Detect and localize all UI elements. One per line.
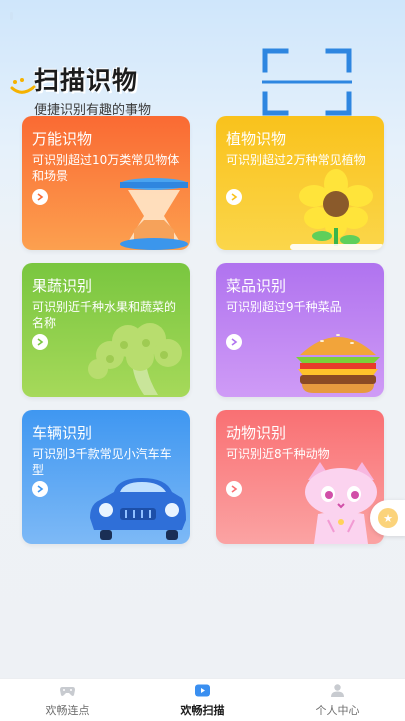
cat-illustration — [305, 462, 377, 544]
play-icon — [195, 684, 210, 697]
arrow-right-icon[interactable] — [32, 189, 48, 205]
car-illustration — [90, 478, 186, 540]
card-title: 车辆识别 — [32, 424, 93, 442]
floating-assist-button[interactable]: ★ — [370, 500, 405, 536]
card-plant-recognition[interactable]: 植物识物 可识别超过2万种常见植物 — [216, 116, 384, 250]
page-title: 扫描识物 — [34, 66, 139, 95]
scan-frame-icon[interactable] — [262, 48, 352, 116]
hourglass-illustration — [120, 178, 188, 250]
card-title: 万能识物 — [32, 130, 93, 148]
burger-illustration — [296, 334, 380, 393]
tab-auto-clicker[interactable]: 欢畅连点 — [0, 679, 135, 721]
star-icon: ★ — [378, 508, 398, 528]
person-icon — [331, 684, 344, 697]
card-universal-recognition[interactable]: 万能识物 可识别超过10万类常见物体和场景 — [22, 116, 190, 250]
card-title: 动物识别 — [226, 424, 287, 442]
arrow-right-icon[interactable] — [226, 334, 242, 350]
tab-label: 个人中心 — [315, 704, 360, 717]
card-animal-recognition[interactable]: 动物识别 可识别近8千种动物 — [216, 410, 384, 544]
card-title: 植物识物 — [226, 130, 287, 148]
arrow-right-icon[interactable] — [32, 481, 48, 497]
card-dish-recognition[interactable]: 菜品识别 可识别超过9千种菜品 — [216, 263, 384, 397]
arrow-right-icon[interactable] — [226, 189, 242, 205]
tab-label: 欢畅连点 — [45, 704, 90, 717]
card-fruit-vegetable-recognition[interactable]: 果蔬识别 可识别近千种水果和蔬菜的名称 — [22, 263, 190, 397]
status-indicator — [10, 12, 13, 20]
arrow-right-icon[interactable] — [226, 481, 242, 497]
tab-profile[interactable]: 个人中心 — [270, 679, 405, 721]
sunflower-illustration — [290, 169, 384, 250]
arrow-right-icon[interactable] — [32, 334, 48, 350]
card-description: 可识别超过9千种菜品 — [226, 300, 342, 314]
card-title: 菜品识别 — [226, 277, 287, 295]
controller-icon — [60, 687, 75, 696]
tab-label: 欢畅扫描 — [180, 704, 225, 717]
bottom-tab-bar: 欢畅连点 欢畅扫描 个人中心 — [0, 678, 405, 721]
broccoli-illustration — [88, 323, 182, 395]
tab-scan[interactable]: 欢畅扫描 — [135, 679, 270, 721]
card-title: 果蔬识别 — [32, 277, 93, 295]
card-vehicle-recognition[interactable]: 车辆识别 可识别3千款常见小汽车车型 — [22, 410, 190, 544]
